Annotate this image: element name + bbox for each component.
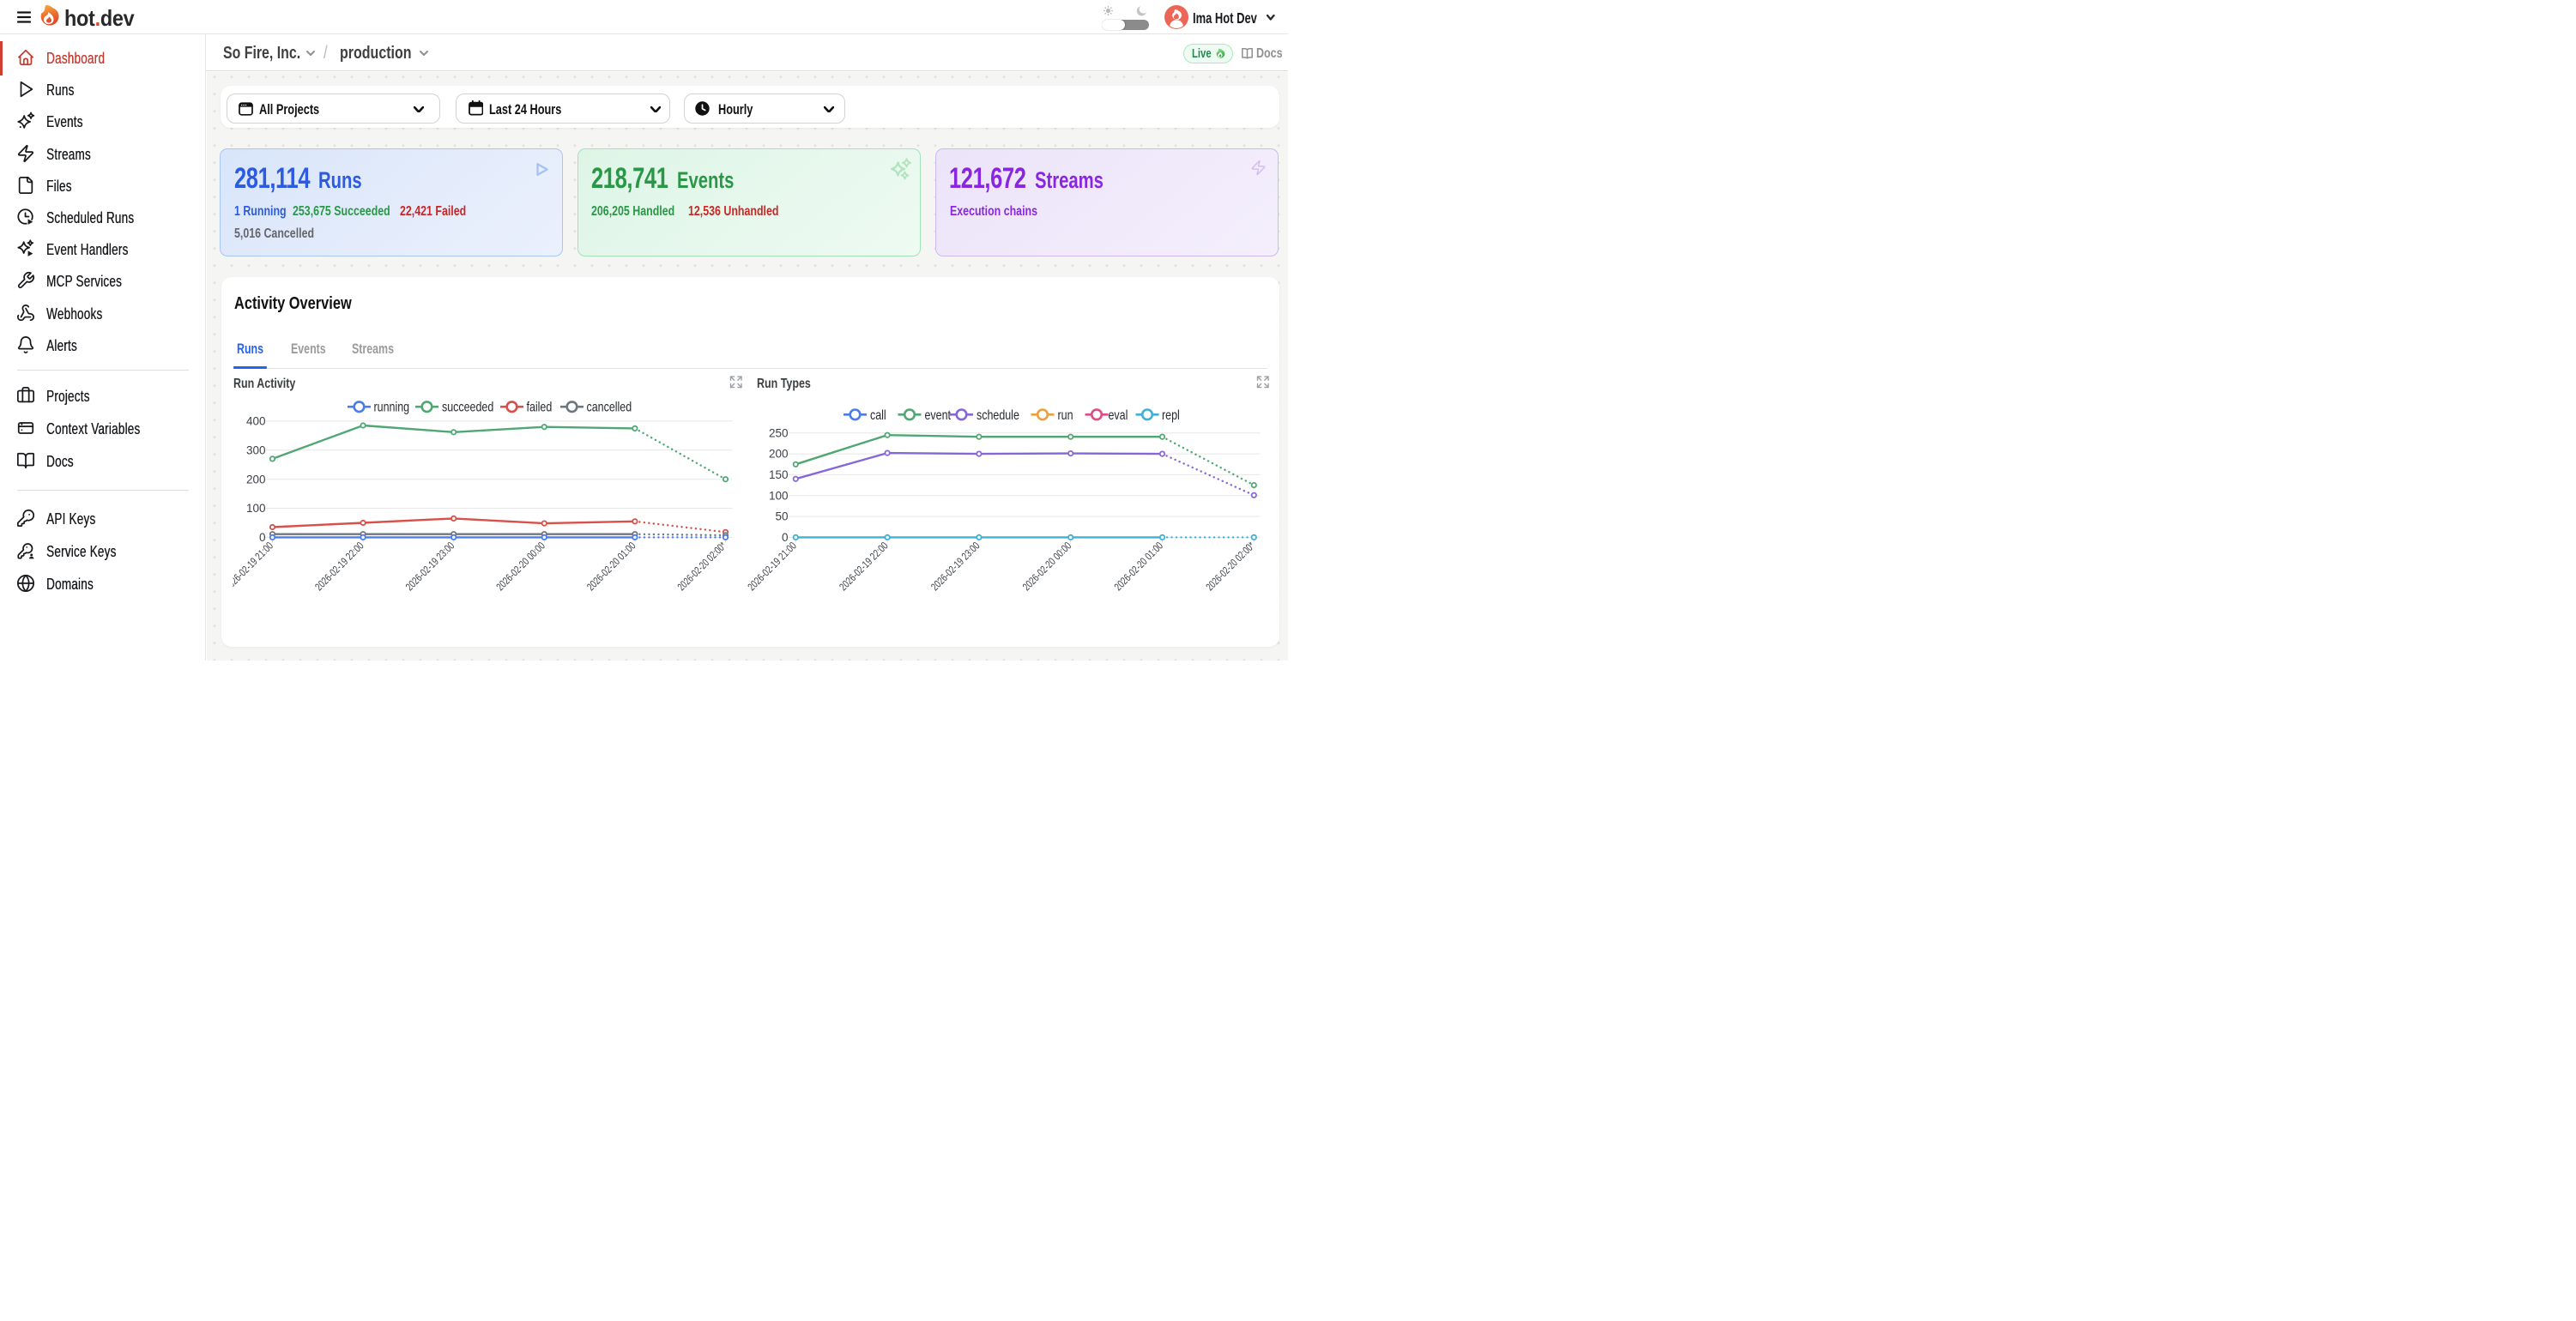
- svg-text:2026-02-20 01:00: 2026-02-20 01:00: [584, 540, 638, 593]
- svg-text:schedule: schedule: [977, 408, 1019, 424]
- svg-text:2026-02-20 01:00: 2026-02-20 01:00: [1111, 540, 1164, 593]
- svg-text:repl: repl: [1162, 408, 1180, 424]
- svg-text:400: 400: [245, 415, 265, 428]
- svg-text:2026-02-19 22:00: 2026-02-19 22:00: [312, 540, 366, 593]
- svg-text:2026-02-20 02:00*: 2026-02-20 02:00*: [1203, 540, 1256, 593]
- svg-text:100: 100: [245, 502, 265, 515]
- svg-text:event: event: [924, 408, 951, 424]
- svg-text:150: 150: [768, 468, 788, 481]
- svg-text:2026-02-20 02:00*: 2026-02-20 02:00*: [674, 540, 728, 593]
- svg-text:succeeded: succeeded: [442, 401, 493, 416]
- svg-text:300: 300: [245, 444, 265, 457]
- svg-text:2026-02-19 21:00: 2026-02-19 21:00: [745, 540, 798, 593]
- svg-text:failed: failed: [526, 401, 552, 416]
- svg-text:2026-02-19 23:00: 2026-02-19 23:00: [403, 540, 457, 593]
- svg-text:run: run: [1057, 408, 1073, 424]
- svg-text:running: running: [373, 401, 409, 416]
- svg-text:200: 200: [768, 448, 788, 461]
- svg-text:2026-02-19 22:00: 2026-02-19 22:00: [837, 540, 890, 593]
- svg-text:cancelled: cancelled: [586, 401, 632, 416]
- svg-text:eval: eval: [1108, 408, 1128, 424]
- svg-text:50: 50: [775, 510, 788, 523]
- svg-text:call: call: [870, 408, 886, 424]
- svg-text:100: 100: [768, 490, 788, 503]
- svg-text:2026-02-20 00:00: 2026-02-20 00:00: [1020, 540, 1073, 593]
- svg-text:2026-02-20 00:00: 2026-02-20 00:00: [493, 540, 547, 593]
- svg-text:2026-02-19 23:00: 2026-02-19 23:00: [928, 540, 982, 593]
- svg-text:250: 250: [768, 427, 788, 440]
- svg-text:200: 200: [245, 474, 265, 486]
